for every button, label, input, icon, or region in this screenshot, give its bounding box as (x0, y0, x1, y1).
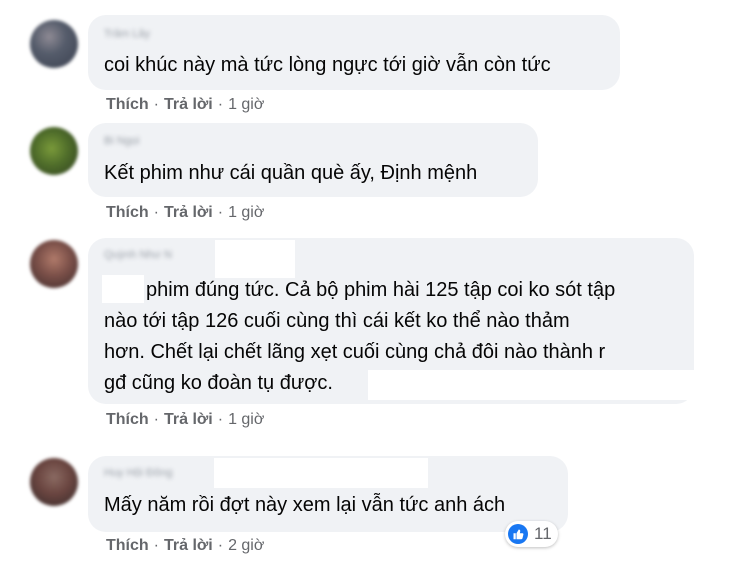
comment-text: Mấy năm rồi đợt này xem lại vẫn tức anh … (104, 494, 506, 516)
reaction-badge[interactable]: 11 (505, 521, 558, 547)
thumbs-up-glyph (513, 529, 524, 540)
separator: · (153, 537, 159, 554)
reply-link[interactable]: Trả lời (164, 537, 213, 554)
separator: · (217, 537, 224, 554)
comment-author[interactable]: Huy Hội Đông (104, 467, 172, 479)
comment-actions: Thích · Trả lời · 2 giờ (106, 537, 264, 555)
redaction-box (214, 458, 428, 488)
avatar[interactable] (30, 458, 78, 506)
comment-4: Huy Hội Đông Mấy năm rồi đợt này xem lại… (0, 0, 739, 582)
like-link[interactable]: Thích (106, 537, 149, 554)
comment-time[interactable]: 2 giờ (228, 537, 264, 555)
like-icon (508, 524, 528, 544)
reaction-count: 11 (534, 524, 552, 543)
